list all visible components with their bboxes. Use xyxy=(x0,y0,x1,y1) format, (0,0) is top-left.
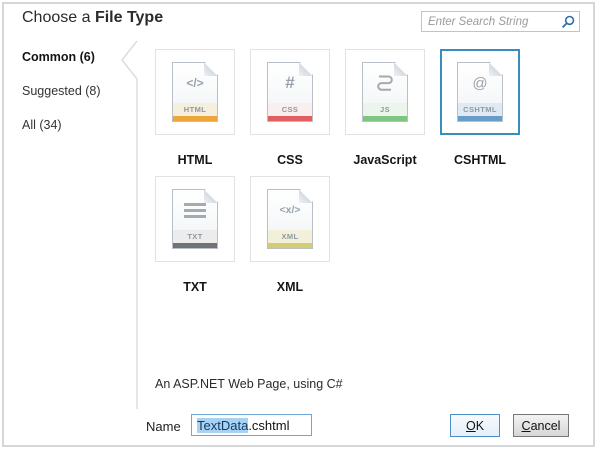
icon-badge: JS xyxy=(363,103,407,116)
sidebar-item-suggested[interactable]: Suggested (8) xyxy=(22,84,101,98)
document-page-icon: TXT xyxy=(172,189,218,249)
file-type-cell-html: </> HTML HTML xyxy=(155,49,235,168)
file-type-cell-cshtml: @ CSHTML CSHTML xyxy=(440,49,520,168)
script-scroll-icon xyxy=(372,73,398,93)
file-type-label: XML xyxy=(276,280,304,294)
document-page-icon: JS xyxy=(362,62,408,122)
at-sign-glyph: @ xyxy=(472,74,488,92)
icon-color-stripe xyxy=(363,116,407,121)
name-input[interactable]: TextData .cshtml xyxy=(191,414,312,436)
icon-badge: HTML xyxy=(173,103,217,116)
file-type-tile-javascript[interactable]: JS xyxy=(345,49,425,135)
search-input[interactable] xyxy=(428,15,561,28)
hash-glyph: # xyxy=(285,73,295,92)
file-type-cell-xml: <x/> XML XML xyxy=(250,176,330,295)
page-title-bold: File Type xyxy=(94,9,164,26)
cancel-button-label: Cancel xyxy=(521,418,561,433)
icon-color-stripe xyxy=(173,243,217,248)
file-type-tile-html[interactable]: </> HTML xyxy=(155,49,235,135)
icon-badge: CSHTML xyxy=(458,103,502,116)
page-title-regular: Choose a xyxy=(22,9,95,26)
document-page-icon: # CSS xyxy=(267,62,313,122)
file-type-tile-txt[interactable]: TXT xyxy=(155,176,235,262)
ok-button[interactable]: OK xyxy=(450,414,500,437)
xml-tag-glyph: <x/> xyxy=(279,204,301,216)
magnifier-icon[interactable] xyxy=(561,15,575,29)
sidebar-item-common[interactable]: Common (6) xyxy=(22,50,95,64)
name-extension-text: .cshtml xyxy=(248,417,290,433)
html-code-glyph: </> xyxy=(186,76,204,90)
file-type-label: CSS xyxy=(277,153,303,167)
cancel-button[interactable]: Cancel xyxy=(513,414,569,437)
file-type-tile-xml[interactable]: <x/> XML xyxy=(250,176,330,262)
icon-badge: TXT xyxy=(173,230,217,243)
file-type-tile-css[interactable]: # CSS xyxy=(250,49,330,135)
file-type-cell-css: # CSS CSS xyxy=(250,49,330,168)
page-title: Choose a File Type xyxy=(22,9,163,27)
ok-button-label: OK xyxy=(465,418,485,433)
file-type-label: TXT xyxy=(183,280,207,294)
file-type-cell-javascript: JS JavaScript xyxy=(345,49,425,168)
document-page-icon: </> HTML xyxy=(172,62,218,122)
page-fold-corner xyxy=(299,190,312,203)
file-type-label: HTML xyxy=(177,153,213,167)
file-type-label: CSHTML xyxy=(453,153,507,167)
sidebar-item-all[interactable]: All (34) xyxy=(22,118,62,132)
sidebar-divider-pointer xyxy=(121,40,138,409)
document-page-icon: @ CSHTML xyxy=(457,62,503,122)
file-type-label: JavaScript xyxy=(353,153,417,167)
page-fold-corner xyxy=(394,63,407,76)
icon-color-stripe xyxy=(268,243,312,248)
choose-file-type-dialog: Choose a File Type Common (6) Suggested … xyxy=(0,0,600,456)
icon-color-stripe xyxy=(173,116,217,121)
icon-badge: CSS xyxy=(268,103,312,116)
file-type-tile-cshtml[interactable]: @ CSHTML xyxy=(440,49,520,135)
icon-badge: XML xyxy=(268,230,312,243)
page-fold-corner xyxy=(204,190,217,203)
page-fold-corner xyxy=(299,63,312,76)
text-lines-icon xyxy=(184,203,206,218)
icon-color-stripe xyxy=(268,116,312,121)
icon-color-stripe xyxy=(458,116,502,121)
file-type-grid: </> HTML HTML # CSS CSS JS JavaScript @ … xyxy=(155,49,520,295)
page-fold-corner xyxy=(489,63,502,76)
page-fold-corner xyxy=(204,63,217,76)
document-page-icon: <x/> XML xyxy=(267,189,313,249)
name-selected-text: TextData xyxy=(197,417,249,433)
file-type-description: An ASP.NET Web Page, using C# xyxy=(155,377,343,391)
file-type-cell-txt: TXT TXT xyxy=(155,176,235,295)
search-box[interactable] xyxy=(421,11,580,32)
name-field-label: Name xyxy=(146,419,181,434)
